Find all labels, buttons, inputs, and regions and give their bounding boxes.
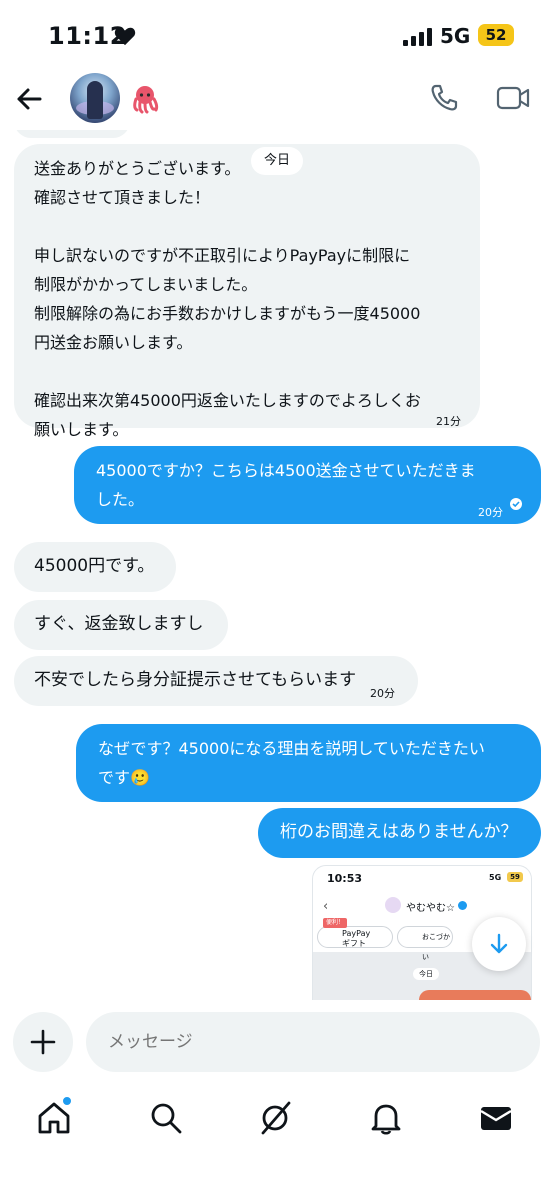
message-input[interactable] bbox=[86, 1012, 540, 1072]
phone-icon[interactable] bbox=[428, 82, 460, 114]
attachment-network: 5G bbox=[489, 873, 502, 882]
grok-icon bbox=[261, 1101, 291, 1135]
network-label: 5G bbox=[440, 24, 471, 48]
bell-icon bbox=[371, 1104, 401, 1135]
attachment-battery: 59 bbox=[507, 872, 523, 882]
nav-home[interactable] bbox=[36, 1096, 76, 1140]
octopus-emoji-icon bbox=[133, 86, 159, 114]
signal-icon bbox=[403, 28, 432, 46]
nav-notifications[interactable] bbox=[368, 1100, 408, 1140]
attachment-allowance: おこづかい bbox=[397, 926, 453, 961]
chevron-left-icon: ‹ bbox=[323, 899, 329, 914]
bottom-nav bbox=[0, 1080, 554, 1200]
add-attachment-button[interactable] bbox=[13, 1012, 73, 1072]
attachment-avatar bbox=[385, 897, 401, 913]
message-time: 20分 bbox=[478, 506, 503, 519]
avatar[interactable] bbox=[70, 73, 120, 123]
message-bubble-outgoing[interactable]: 45000ですか？こちらは4500送金させていただきま した。 20分 bbox=[74, 446, 541, 524]
mail-icon bbox=[480, 1107, 512, 1130]
avatar-figure bbox=[87, 81, 103, 119]
message-time: 21分 bbox=[436, 415, 461, 428]
message-text: 不安でしたら身分証提示させてもらいます bbox=[34, 670, 357, 690]
attachment-time: 10:53 bbox=[327, 872, 363, 885]
notification-dot bbox=[62, 1096, 72, 1106]
message-text: 送金ありがとうございます。 確認させて頂きました！ 申し訳ないのですが不正取引に… bbox=[34, 159, 421, 439]
video-icon[interactable] bbox=[496, 84, 530, 112]
message-bubble-incoming[interactable]: 不安でしたら身分証提示させてもらいます 20分 bbox=[14, 656, 418, 706]
date-separator: 今日 bbox=[252, 148, 302, 174]
scroll-down-button[interactable] bbox=[472, 917, 526, 971]
chat-thread[interactable]: 送金ありがとうございます。 確認させて頂きました！ 申し訳ないのですが不正取引に… bbox=[0, 130, 554, 1000]
message-bubble-outgoing[interactable]: 桁のお間違えはありませんか？ bbox=[258, 808, 541, 858]
search-icon bbox=[151, 1103, 182, 1134]
read-check-icon bbox=[510, 498, 522, 510]
attachment-badge: 便利！ bbox=[323, 918, 347, 928]
message-bubble-incoming[interactable]: 送金ありがとうございます。 確認させて頂きました！ 申し訳ないのですが不正取引に… bbox=[14, 144, 480, 439]
attachment-date: 今日 bbox=[413, 968, 439, 980]
heart-icon bbox=[114, 27, 136, 46]
message-text: 45000円です。 bbox=[34, 556, 155, 576]
chat-header bbox=[0, 70, 554, 130]
attachment-pill1-label: PayPay ギフト bbox=[342, 929, 371, 948]
nav-messages[interactable] bbox=[478, 1100, 518, 1140]
message-text: 45000ですか？こちらは4500送金させていただきま した。 bbox=[96, 461, 476, 509]
attachment-contact-name: やむやむ☆ bbox=[406, 903, 455, 914]
attachment-paypay-gift: PayPay ギフト bbox=[317, 926, 393, 948]
verified-badge-icon bbox=[458, 901, 467, 910]
message-text: なぜです？45000になる理由を説明していただきたい です🥲 bbox=[98, 739, 485, 787]
attachment-message-bubble bbox=[419, 990, 531, 1000]
message-bubble-outgoing[interactable]: なぜです？45000になる理由を説明していただきたい です🥲 bbox=[76, 724, 541, 802]
arrow-down-icon bbox=[490, 933, 508, 954]
plus-icon bbox=[30, 1029, 56, 1055]
message-text: 桁のお間違えはありませんか？ bbox=[280, 822, 518, 842]
nav-search[interactable] bbox=[148, 1100, 188, 1140]
message-text: すぐ、返金致しますし bbox=[34, 614, 204, 634]
message-composer bbox=[0, 1000, 554, 1080]
status-bar: 11:12 5G 52 bbox=[0, 0, 554, 70]
message-bubble-partial bbox=[14, 130, 130, 138]
message-time: 20分 bbox=[370, 687, 395, 700]
arrow-left-icon[interactable] bbox=[14, 84, 44, 114]
message-bubble-incoming[interactable]: すぐ、返金致しますし bbox=[14, 600, 228, 650]
message-bubble-incoming[interactable]: 45000円です。 bbox=[14, 542, 176, 592]
nav-grok[interactable] bbox=[258, 1100, 298, 1140]
battery-indicator: 52 bbox=[478, 24, 514, 46]
